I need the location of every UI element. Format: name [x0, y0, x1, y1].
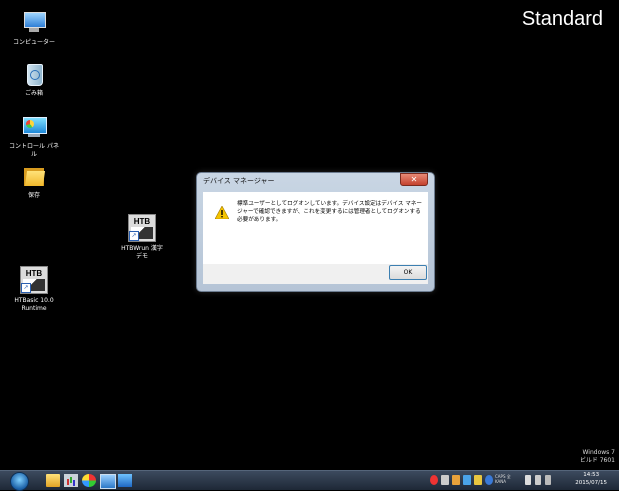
start-button[interactable] [10, 472, 29, 491]
dictionary-icon[interactable] [452, 475, 460, 485]
paint-icon[interactable] [82, 474, 96, 487]
htb-shortcut-icon: HTB ↗ [20, 266, 48, 294]
explorer-icon[interactable] [46, 474, 60, 487]
clock[interactable]: 14:53 2015/07/15 [575, 472, 607, 487]
dialog-title: デバイス マネージャー [203, 177, 275, 185]
flag-icon[interactable] [525, 475, 531, 485]
desktop-icon-htbwrun[interactable]: HTB ↗ HTBWrun 漢字 デモ [110, 214, 174, 261]
desktop-icon-computer[interactable]: コンピューター [2, 10, 66, 47]
ok-button[interactable]: OK [389, 265, 427, 280]
control-panel-icon [21, 114, 47, 140]
desktop-icon-label: コンピューター [12, 39, 55, 46]
desktop-icon-label: ごみ箱 [24, 90, 43, 97]
desktop-icon-recycle-bin[interactable]: ごみ箱 [2, 61, 66, 98]
ime-icon[interactable] [430, 475, 438, 485]
desktop-icon-label: HTBasic 10.0 Runtime [14, 297, 54, 312]
desktop-icon-control-panel[interactable]: コントロール パネ ル [2, 114, 66, 159]
recycle-bin-icon [21, 61, 47, 87]
theme-label: Standard [521, 8, 603, 30]
volume-icon[interactable] [545, 475, 551, 485]
help-icon[interactable] [485, 475, 493, 485]
input-mode-icon[interactable] [441, 475, 449, 485]
windows-build-watermark: Windows 7 ビルド 7601 [579, 449, 615, 464]
tool-icon[interactable] [463, 475, 471, 485]
chart-app-icon[interactable] [64, 474, 78, 487]
settings-icon[interactable] [474, 475, 482, 485]
computer-icon [21, 10, 47, 36]
network-app-icon[interactable] [100, 474, 116, 489]
close-button[interactable]: ✕ [400, 173, 428, 186]
desktop-icon-label: 保存 [27, 192, 40, 199]
folder-icon [21, 163, 47, 189]
desktop-icon-label: HTBWrun 漢字 デモ [121, 245, 163, 260]
app-icon[interactable] [118, 474, 132, 487]
network-icon[interactable] [535, 475, 541, 485]
desktop-icon-folder[interactable]: 保存 [2, 163, 66, 200]
caps-kana-indicator: CAPS 全 KANA [495, 474, 511, 484]
taskbar: CAPS 全 KANA 14:53 2015/07/15 [0, 470, 619, 491]
dialog-body: 標準ユーザーとしてログオンしています。デバイス設定はデバイス マネージャーで確認… [203, 192, 428, 264]
desktop-icon-htbasic-runtime[interactable]: HTB ↗ HTBasic 10.0 Runtime [2, 266, 66, 313]
htb-shortcut-icon: HTB ↗ [128, 214, 156, 242]
desktop-icon-label: コントロール パネ ル [9, 143, 59, 158]
dialog-message: 標準ユーザーとしてログオンしています。デバイス設定はデバイス マネージャーで確認… [237, 201, 423, 224]
warning-icon [215, 206, 229, 219]
